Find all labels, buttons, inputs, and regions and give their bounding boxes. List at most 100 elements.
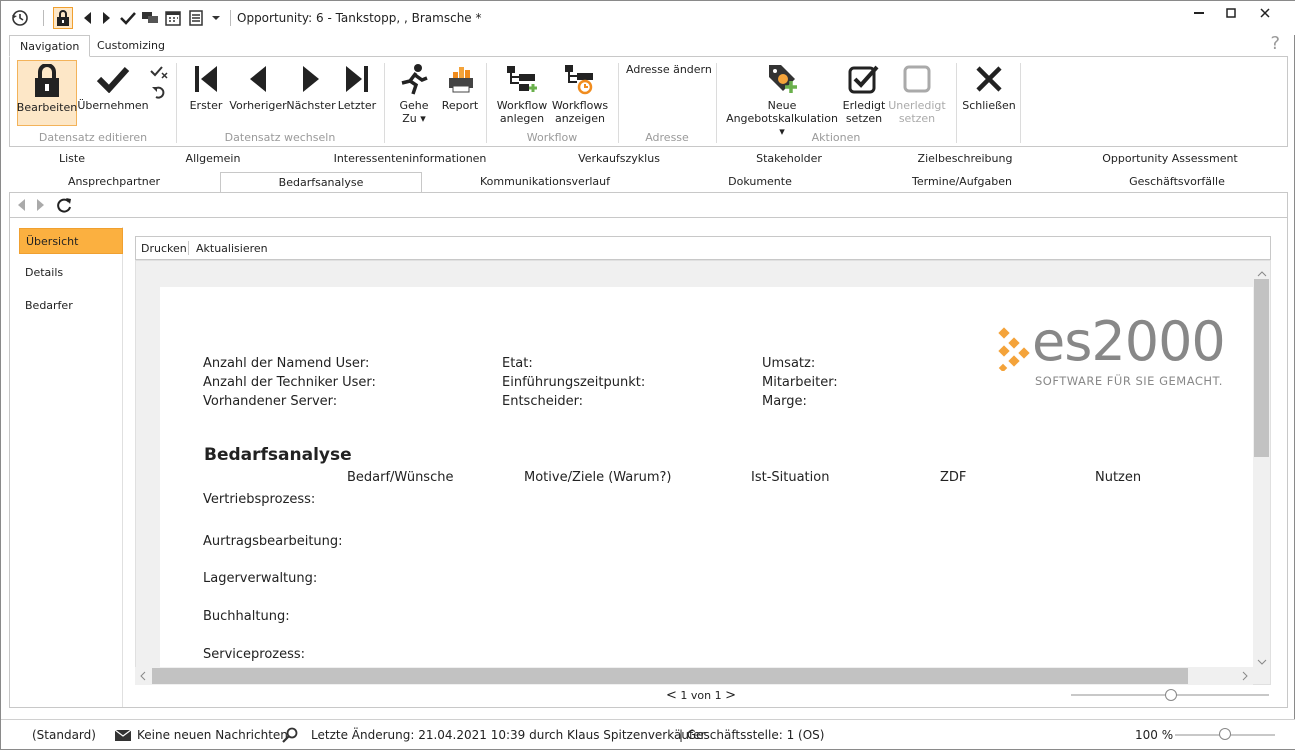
prev-icon[interactable] bbox=[78, 9, 96, 27]
pager-label: 1 von 1 bbox=[680, 689, 722, 702]
row-serviceprozess: Serviceprozess: bbox=[203, 647, 306, 662]
close-icon bbox=[974, 59, 1004, 99]
status-messages: Keine neuen Nachrichten bbox=[137, 728, 288, 742]
check-cancel-icon[interactable] bbox=[150, 65, 168, 82]
row-lagerverwaltung: Lagerverwaltung: bbox=[203, 571, 318, 586]
workflows-anzeigen-button[interactable]: Workflows anzeigen bbox=[552, 59, 608, 125]
tab-bedarfsanalyse[interactable]: Bedarfsanalyse bbox=[220, 172, 422, 192]
tab-geschaeftsvorfaelle[interactable]: Geschäftsvorfälle bbox=[1072, 172, 1282, 192]
gehe-zu-button[interactable]: Gehe Zu ▾ bbox=[396, 59, 432, 125]
check-icon[interactable] bbox=[119, 9, 137, 27]
ribbon-tab-bar: Navigation Customizing bbox=[9, 35, 1289, 57]
unerledigt-setzen-button[interactable]: Unerledigt setzen bbox=[888, 59, 946, 125]
schliessen-label: Schließen bbox=[962, 99, 1016, 112]
col-nutzen: Nutzen bbox=[1095, 470, 1142, 485]
label-techniker-user: Anzahl der Techniker User: bbox=[203, 375, 376, 390]
erster-button[interactable]: Erster bbox=[188, 59, 224, 112]
naechster-button[interactable]: Nächster bbox=[286, 59, 336, 112]
search-icon[interactable] bbox=[282, 727, 298, 746]
help-icon[interactable]: ? bbox=[1270, 33, 1280, 54]
refresh-icon[interactable] bbox=[55, 196, 73, 217]
workflow-show-icon bbox=[563, 59, 597, 99]
lock-icon[interactable] bbox=[53, 7, 73, 29]
erledigt-label-1: Erledigt bbox=[842, 99, 886, 112]
report-label: Report bbox=[441, 99, 479, 112]
zoom-slider-knob[interactable] bbox=[1219, 728, 1231, 740]
history-icon[interactable] bbox=[11, 9, 29, 27]
pager-next-icon[interactable]: > bbox=[725, 688, 736, 703]
tab-stakeholder[interactable]: Stakeholder bbox=[709, 149, 869, 169]
schliessen-button[interactable]: Schließen bbox=[962, 59, 1016, 112]
minimize-icon[interactable] bbox=[1189, 5, 1209, 21]
previous-icon bbox=[248, 59, 268, 99]
dropdown-icon[interactable] bbox=[207, 9, 225, 27]
tab-interessenteninformationen[interactable]: Interessenteninformationen bbox=[291, 149, 529, 169]
last-icon bbox=[344, 59, 370, 99]
report-icon bbox=[445, 59, 475, 99]
tab-dokumente[interactable]: Dokumente bbox=[668, 172, 852, 192]
nav-bedarfer[interactable]: Bedarfer bbox=[19, 293, 123, 319]
tab-allgemein[interactable]: Allgemein bbox=[135, 149, 291, 169]
unerledigt-label-1: Unerledigt bbox=[888, 99, 946, 112]
back-icon[interactable] bbox=[16, 198, 26, 215]
tab-customizing[interactable]: Customizing bbox=[87, 35, 175, 57]
report-page: es2000 SOFTWARE FÜR SIE GEMACHT. Anzahl … bbox=[160, 287, 1253, 667]
col-bedarf: Bedarf/Wünsche bbox=[347, 470, 454, 485]
logo-sub: SOFTWARE FÜR SIE GEMACHT. bbox=[1035, 374, 1223, 388]
status-bar: (Standard) Keine neuen Nachrichten Letzt… bbox=[1, 719, 1295, 749]
uebernehmen-button[interactable]: Übernehmen bbox=[77, 59, 149, 112]
tab-kommunikationsverlauf[interactable]: Kommunikationsverlauf bbox=[422, 172, 668, 192]
next-icon bbox=[301, 59, 321, 99]
list-icon[interactable] bbox=[187, 9, 205, 27]
erledigt-label-2: setzen bbox=[845, 112, 883, 125]
report-button[interactable]: Report bbox=[440, 59, 480, 112]
horizontal-scroll-thumb[interactable] bbox=[152, 668, 1188, 684]
vertical-scroll-thumb[interactable] bbox=[1254, 279, 1269, 457]
group-label-workflow: Workflow bbox=[526, 131, 578, 144]
close-icon[interactable] bbox=[1255, 5, 1275, 21]
maximize-icon[interactable] bbox=[1221, 5, 1241, 21]
qat-separator bbox=[230, 10, 231, 26]
bearbeiten-button[interactable]: Bearbeiten bbox=[17, 60, 77, 126]
qat-separator bbox=[43, 10, 44, 26]
first-icon bbox=[193, 59, 219, 99]
tab-opportunity-assessment[interactable]: Opportunity Assessment bbox=[1061, 149, 1279, 169]
form-tab-bar: Liste Allgemein Interessenteninformation… bbox=[9, 148, 1288, 192]
drucken-button[interactable]: Drucken bbox=[141, 242, 187, 255]
vorheriger-button[interactable]: Vorheriger bbox=[229, 59, 287, 112]
letzter-button[interactable]: Letzter bbox=[338, 59, 376, 112]
next-icon[interactable] bbox=[98, 9, 116, 27]
tab-termine-aufgaben[interactable]: Termine/Aufgaben bbox=[852, 172, 1072, 192]
neue-angebotskalkulation-button[interactable]: Neue Angebotskalkulation ▾ bbox=[726, 59, 838, 138]
unerledigt-label-2: setzen bbox=[898, 112, 936, 125]
tab-zielbeschreibung[interactable]: Zielbeschreibung bbox=[869, 149, 1061, 169]
window-title: Opportunity: 6 - Tankstopp, , Bramsche * bbox=[237, 11, 482, 25]
pager-prev-icon[interactable]: < bbox=[666, 688, 677, 703]
aktualisieren-button[interactable]: Aktualisieren bbox=[196, 242, 268, 255]
forward-icon[interactable] bbox=[36, 198, 46, 215]
erledigt-setzen-button[interactable]: Erledigt setzen bbox=[842, 59, 886, 125]
undo-icon[interactable] bbox=[152, 85, 166, 102]
es2000-logo-icon bbox=[998, 327, 1034, 374]
adresse-aendern-button[interactable]: Adresse ändern bbox=[626, 63, 712, 76]
tab-ansprechpartner[interactable]: Ansprechpartner bbox=[9, 172, 219, 192]
label-einfuehrung: Einführungszeitpunkt: bbox=[502, 375, 646, 390]
scroll-down-icon[interactable] bbox=[1257, 655, 1267, 668]
label-etat: Etat: bbox=[502, 356, 533, 371]
scroll-right-icon[interactable] bbox=[1242, 671, 1248, 684]
tab-verkaufszyklus[interactable]: Verkaufszyklus bbox=[529, 149, 709, 169]
checkbox-checked-icon bbox=[848, 59, 880, 99]
nav-uebersicht[interactable]: Übersicht bbox=[19, 228, 123, 254]
workflows-anzeigen-label-1: Workflows bbox=[551, 99, 609, 112]
chat-icon[interactable] bbox=[141, 9, 159, 27]
status-zoom: 100 % bbox=[1135, 728, 1174, 742]
workflow-anlegen-button[interactable]: Workflow anlegen bbox=[496, 59, 548, 125]
tab-liste[interactable]: Liste bbox=[9, 149, 135, 169]
workflow-anlegen-label-2: anlegen bbox=[499, 112, 545, 125]
gehe-zu-label-1: Gehe bbox=[399, 99, 429, 112]
calendar-icon[interactable] bbox=[164, 9, 182, 27]
nav-details[interactable]: Details bbox=[19, 260, 123, 286]
report-zoom-knob[interactable] bbox=[1165, 689, 1177, 701]
scroll-left-icon[interactable] bbox=[140, 671, 146, 684]
tab-navigation[interactable]: Navigation bbox=[9, 35, 91, 57]
